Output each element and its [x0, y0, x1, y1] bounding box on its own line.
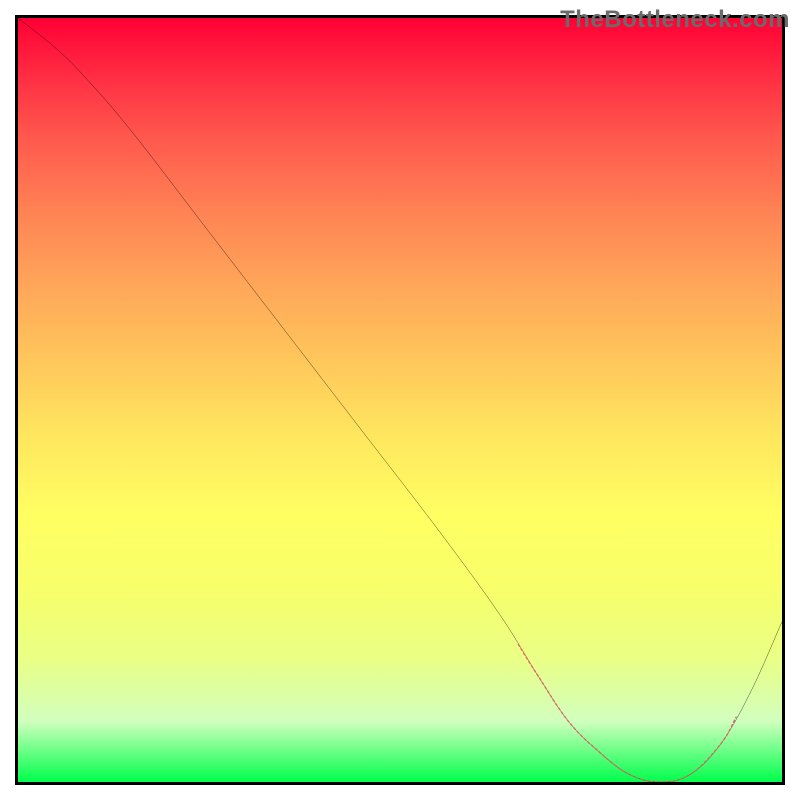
chart-frame: TheBottleneck.com [0, 0, 800, 800]
curve-path [18, 18, 782, 782]
highlight-path [518, 644, 736, 782]
bottleneck-curve [18, 18, 782, 782]
watermark-text: TheBottleneck.com [560, 6, 790, 34]
